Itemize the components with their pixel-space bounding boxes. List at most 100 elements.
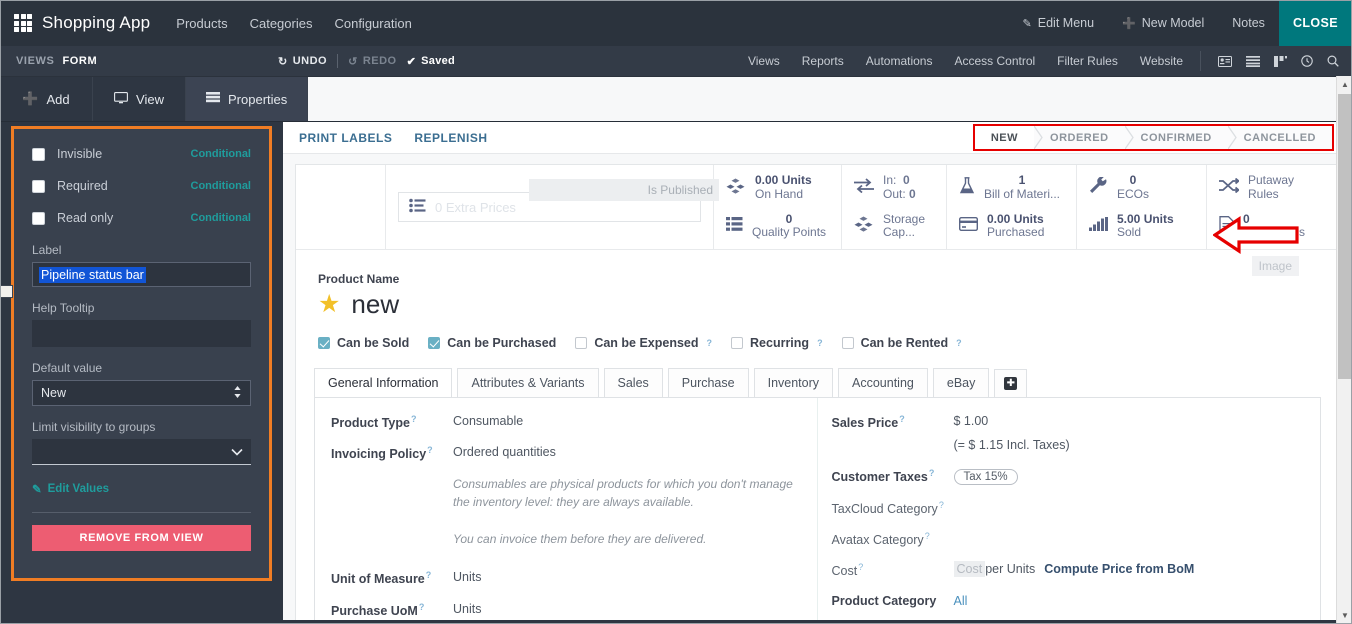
checkbox-box[interactable] <box>318 337 330 349</box>
notes-button[interactable]: Notes <box>1218 0 1279 46</box>
tab-sales[interactable]: Sales <box>603 368 663 397</box>
field-value[interactable]: Ordered quantities <box>453 445 556 459</box>
tab-inventory[interactable]: Inventory <box>753 368 834 397</box>
field-value[interactable]: Units <box>453 570 481 584</box>
link-automations[interactable]: Automations <box>855 54 944 68</box>
apps-grid-icon[interactable] <box>14 14 32 32</box>
status-cancelled[interactable]: CANCELLED <box>1227 126 1332 149</box>
ecos-button[interactable]: 0 ECOs <box>1089 173 1194 202</box>
menu-item-products[interactable]: Products <box>176 16 227 31</box>
tab-add[interactable]: ➕ Add <box>0 77 93 121</box>
flag-can-be-sold[interactable]: Can be Sold <box>318 336 409 350</box>
link-views[interactable]: Views <box>737 54 791 68</box>
help-icon[interactable]: ? <box>707 338 713 348</box>
kanban-icon[interactable] <box>1274 55 1287 67</box>
contact-card-icon[interactable] <box>1218 55 1232 67</box>
flag-can-be-expensed[interactable]: Can be Expensed ? <box>575 336 712 350</box>
tab-general-information[interactable]: General Information <box>314 368 453 397</box>
checkbox-box[interactable] <box>32 179 45 193</box>
default-value-select[interactable]: New <box>32 380 251 406</box>
help-icon[interactable]: ? <box>411 414 417 424</box>
purchased-button[interactable]: 0.00 Units Purchased <box>958 212 1064 241</box>
cost-input-placeholder[interactable]: Cost <box>953 561 986 578</box>
checkbox-box[interactable] <box>428 337 441 349</box>
bill-of-materials-button[interactable]: 1 Bill of Materi... <box>959 173 1064 202</box>
field-value[interactable]: All <box>954 594 968 608</box>
pipeline-status-bar[interactable]: NEW ORDERED CONFIRMED CANCELLED <box>972 124 1334 151</box>
checkbox-box[interactable] <box>841 337 854 349</box>
checkbox-box[interactable] <box>731 337 744 349</box>
tab-ebay[interactable]: eBay <box>932 368 990 397</box>
help-icon[interactable]: ? <box>858 562 863 572</box>
storage-cap-button[interactable]: Storage Cap... <box>854 212 934 241</box>
clock-icon[interactable] <box>1301 55 1313 67</box>
breadcrumb-form[interactable]: FORM <box>62 55 97 67</box>
flag-recurring[interactable]: Recurring ? <box>731 336 823 350</box>
in-out-button[interactable]: In: 0 Out: 0 <box>854 173 934 202</box>
scrollbar-thumb[interactable] <box>1338 94 1352 379</box>
checkbox-invisible[interactable]: Invisible Conditional <box>32 147 251 161</box>
product-name-value[interactable]: new <box>351 289 399 320</box>
help-icon[interactable]: ? <box>817 338 823 348</box>
product-image-placeholder[interactable]: Image <box>1251 256 1299 276</box>
new-model-button[interactable]: ➕ New Model <box>1108 0 1218 46</box>
conditional-link-readonly[interactable]: Conditional <box>191 212 252 224</box>
flag-can-be-rented[interactable]: Can be Rented ? <box>841 336 962 350</box>
checkbox-box[interactable] <box>32 211 45 225</box>
replenish-button[interactable]: REPLENISH <box>414 131 487 145</box>
cost-value-row[interactable]: Cost per Units Compute Price from BoM <box>953 561 1194 578</box>
help-icon[interactable]: ? <box>925 531 930 541</box>
scroll-up-arrow-icon[interactable]: ▲ <box>1337 76 1352 93</box>
menu-item-categories[interactable]: Categories <box>250 16 313 31</box>
print-labels-button[interactable]: PRINT LABELS <box>299 131 392 145</box>
limit-visibility-select[interactable] <box>32 439 251 465</box>
flag-can-be-purchased[interactable]: Can be Purchased <box>428 336 556 350</box>
link-website[interactable]: Website <box>1129 54 1194 68</box>
field-value[interactable]: Units <box>453 602 481 616</box>
conditional-link-required[interactable]: Conditional <box>191 180 252 192</box>
tax-tag-container[interactable]: Tax 15% <box>953 468 1018 486</box>
tab-add-button[interactable]: ✚ <box>994 369 1028 397</box>
help-icon[interactable]: ? <box>956 338 962 348</box>
checkbox-required[interactable]: Required Conditional <box>32 179 251 193</box>
on-hand-button[interactable]: 0.00 Units On Hand <box>726 173 829 202</box>
status-confirmed[interactable]: CONFIRMED <box>1124 126 1237 149</box>
menu-item-configuration[interactable]: Configuration <box>334 16 411 31</box>
conditional-link-invisible[interactable]: Conditional <box>191 148 252 160</box>
link-access-control[interactable]: Access Control <box>943 54 1046 68</box>
link-filter-rules[interactable]: Filter Rules <box>1046 54 1129 68</box>
field-value[interactable]: Consumable <box>453 414 523 428</box>
search-icon[interactable] <box>1327 55 1339 67</box>
help-icon[interactable]: ? <box>939 500 944 510</box>
label-input[interactable]: Pipeline status bar <box>32 262 251 287</box>
checkbox-readonly[interactable]: Read only Conditional <box>32 211 251 225</box>
help-tooltip-input[interactable] <box>32 320 251 347</box>
favorite-star-icon[interactable]: ★ <box>318 292 340 317</box>
tab-attributes-variants[interactable]: Attributes & Variants <box>457 368 599 397</box>
tab-accounting[interactable]: Accounting <box>838 368 928 397</box>
status-ordered[interactable]: ORDERED <box>1034 126 1134 149</box>
tab-view[interactable]: View <box>93 77 186 121</box>
help-icon[interactable]: ? <box>419 602 425 612</box>
is-published-toggle[interactable]: Is Published <box>529 179 719 201</box>
help-icon[interactable]: ? <box>899 414 905 424</box>
tab-purchase[interactable]: Purchase <box>667 368 749 397</box>
help-icon[interactable]: ? <box>426 570 432 580</box>
help-icon[interactable]: ? <box>929 468 935 478</box>
putaway-rules-button[interactable]: Putaway Rules <box>1219 173 1327 202</box>
sold-button[interactable]: 5.00 Units Sold <box>1089 212 1194 241</box>
redo-button[interactable]: ↺ REDO <box>348 55 397 68</box>
undo-button[interactable]: ↻ UNDO <box>278 55 327 68</box>
tax-tag[interactable]: Tax 15% <box>953 469 1018 486</box>
compute-price-from-bom-link[interactable]: Compute Price from BoM <box>1044 562 1194 576</box>
status-new[interactable]: NEW <box>974 126 1043 149</box>
close-button[interactable]: CLOSE <box>1278 0 1352 46</box>
checkbox-box[interactable] <box>575 337 588 349</box>
resize-handle[interactable] <box>0 285 13 298</box>
scroll-down-arrow-icon[interactable]: ▼ <box>1337 607 1352 624</box>
vertical-scrollbar[interactable]: ▲ ▼ <box>1336 76 1352 624</box>
help-icon[interactable]: ? <box>427 445 433 455</box>
edit-menu-button[interactable]: ✎ Edit Menu <box>1009 0 1109 46</box>
remove-from-view-button[interactable]: REMOVE FROM VIEW <box>32 525 251 551</box>
quality-points-button[interactable]: 0 Quality Points <box>726 212 829 241</box>
